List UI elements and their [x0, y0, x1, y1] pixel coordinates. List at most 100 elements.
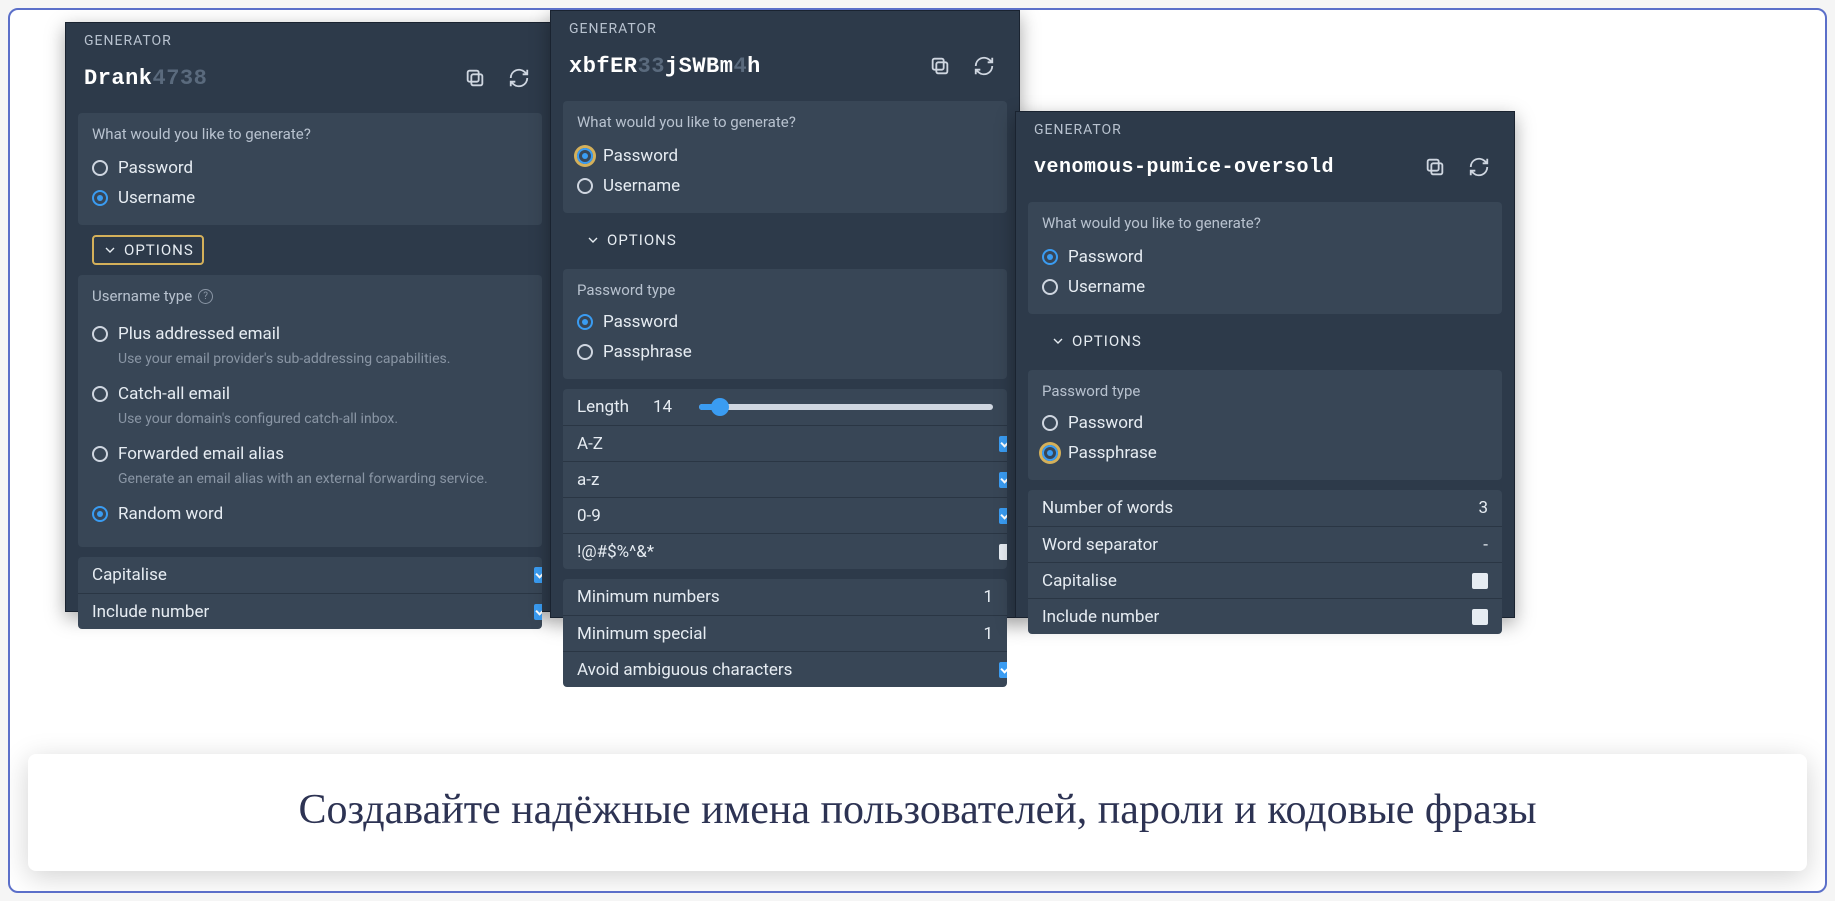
- row-length[interactable]: Length 14: [563, 389, 1007, 425]
- checkbox-icon: [534, 604, 542, 620]
- generate-type-section: What would you like to generate? Passwor…: [1028, 202, 1502, 314]
- options-toggle[interactable]: OPTIONS: [92, 235, 204, 265]
- option-description: Use your domain's configured catch-all i…: [118, 411, 528, 427]
- row-lowercase[interactable]: a-z: [563, 461, 1007, 497]
- row-capitalise[interactable]: Capitalise: [1028, 562, 1502, 598]
- radio-password[interactable]: Password: [577, 141, 993, 171]
- row-include-number[interactable]: Include number: [1028, 598, 1502, 634]
- row-word-separator[interactable]: Word separator -: [1028, 526, 1502, 562]
- password-type-label: Password type: [577, 281, 993, 299]
- row-min-numbers[interactable]: Minimum numbers 1: [563, 579, 1007, 615]
- radio-icon: [92, 160, 108, 176]
- radio-icon: [577, 178, 593, 194]
- regenerate-icon[interactable]: [967, 49, 1001, 83]
- radio-random-word[interactable]: Random word: [92, 499, 528, 529]
- panel-title: GENERATOR: [66, 23, 554, 55]
- radio-ptype-password[interactable]: Password: [577, 307, 993, 337]
- passphrase-options: Number of words 3 Word separator - Capit…: [1028, 490, 1502, 634]
- generator-panel-passphrase: GENERATOR venomous-pumice-oversold What …: [1015, 111, 1515, 618]
- stage: GENERATOR Drank4738 What would you like …: [8, 8, 1827, 893]
- regenerate-icon[interactable]: [502, 61, 536, 95]
- caption-banner: Создавайте надёжные имена пользователей,…: [28, 754, 1807, 871]
- row-special[interactable]: !@#$%^&*: [563, 533, 1007, 569]
- generated-output-row: xbfER33jSWBm4h: [551, 43, 1019, 101]
- radio-forwarded-alias[interactable]: Forwarded email alias: [92, 439, 528, 469]
- slider-thumb[interactable]: [711, 398, 729, 416]
- radio-icon: [1042, 249, 1058, 265]
- checkbox-icon: [534, 567, 542, 583]
- row-avoid-ambiguous[interactable]: Avoid ambiguous characters: [563, 651, 1007, 687]
- regenerate-icon[interactable]: [1462, 150, 1496, 184]
- password-char-options: Length 14 A-Z a-z 0-9 !@#$%^&*: [563, 389, 1007, 569]
- radio-password[interactable]: Password: [92, 153, 528, 183]
- length-slider[interactable]: [699, 404, 993, 410]
- panel-title: GENERATOR: [551, 11, 1019, 43]
- chevron-down-icon: [102, 242, 118, 258]
- option-description: Use your email provider's sub-addressing…: [118, 351, 528, 367]
- generated-output-row: venomous-pumice-oversold: [1016, 144, 1514, 202]
- options-toggle[interactable]: OPTIONS: [1042, 328, 1150, 354]
- row-digits[interactable]: 0-9: [563, 497, 1007, 533]
- checkbox-icon: [999, 544, 1007, 560]
- radio-username[interactable]: Username: [577, 171, 993, 201]
- radio-icon: [92, 446, 108, 462]
- radio-label: Password: [118, 158, 193, 178]
- radio-ptype-passphrase[interactable]: Passphrase: [1042, 438, 1488, 468]
- checkbox-icon: [999, 436, 1007, 452]
- checkbox-icon: [999, 472, 1007, 488]
- checkbox-icon: [1472, 609, 1488, 625]
- generate-type-question: What would you like to generate?: [1042, 214, 1488, 232]
- generator-panel-username: GENERATOR Drank4738 What would you like …: [65, 22, 555, 612]
- options-label: OPTIONS: [124, 241, 194, 259]
- chevron-down-icon: [1050, 333, 1066, 349]
- options-header-row: OPTIONS: [78, 235, 542, 265]
- output-number: 4738: [153, 66, 208, 91]
- password-min-options: Minimum numbers 1 Minimum special 1 Avoi…: [563, 579, 1007, 687]
- radio-username[interactable]: Username: [1042, 272, 1488, 302]
- checkbox-icon: [999, 508, 1007, 524]
- row-num-words[interactable]: Number of words 3: [1028, 490, 1502, 526]
- row-uppercase[interactable]: A-Z: [563, 425, 1007, 461]
- row-min-special[interactable]: Minimum special 1: [563, 615, 1007, 651]
- password-type-section: Password type Password Passphrase: [1028, 370, 1502, 480]
- password-type-label: Password type: [1042, 382, 1488, 400]
- generated-output: xbfER33jSWBm4h: [569, 54, 761, 79]
- generate-type-question: What would you like to generate?: [577, 113, 993, 131]
- radio-icon: [92, 506, 108, 522]
- radio-icon: [577, 148, 593, 164]
- output-word: Drank: [84, 66, 153, 91]
- generate-type-question: What would you like to generate?: [92, 125, 528, 143]
- row-capitalise[interactable]: Capitalise: [78, 557, 542, 593]
- username-type-section: Username type ? Plus addressed email Use…: [78, 275, 542, 547]
- radio-password[interactable]: Password: [1042, 242, 1488, 272]
- row-include-number[interactable]: Include number: [78, 593, 542, 629]
- radio-icon: [1042, 279, 1058, 295]
- generate-type-section: What would you like to generate? Passwor…: [78, 113, 542, 225]
- radio-plus-addressed[interactable]: Plus addressed email: [92, 319, 528, 349]
- radio-username[interactable]: Username: [92, 183, 528, 213]
- options-toggle[interactable]: OPTIONS: [577, 227, 685, 253]
- radio-label: Username: [118, 188, 195, 208]
- radio-icon: [92, 190, 108, 206]
- checkbox-icon: [1472, 573, 1488, 589]
- help-icon[interactable]: ?: [198, 289, 213, 304]
- copy-icon[interactable]: [1418, 150, 1452, 184]
- options-header-row: OPTIONS: [1028, 324, 1502, 360]
- generate-type-section: What would you like to generate? Passwor…: [563, 101, 1007, 213]
- generated-output-row: Drank4738: [66, 55, 554, 113]
- copy-icon[interactable]: [458, 61, 492, 95]
- password-type-section: Password type Password Passphrase: [563, 269, 1007, 379]
- length-value: 14: [653, 397, 681, 417]
- option-description: Generate an email alias with an external…: [118, 471, 528, 487]
- radio-icon: [577, 314, 593, 330]
- radio-icon: [1042, 415, 1058, 431]
- radio-icon: [92, 386, 108, 402]
- radio-catchall[interactable]: Catch-all email: [92, 379, 528, 409]
- generated-output: Drank4738: [84, 66, 207, 91]
- username-type-label: Username type ?: [92, 287, 528, 305]
- chevron-down-icon: [585, 232, 601, 248]
- radio-ptype-password[interactable]: Password: [1042, 408, 1488, 438]
- copy-icon[interactable]: [923, 49, 957, 83]
- radio-ptype-passphrase[interactable]: Passphrase: [577, 337, 993, 367]
- generated-output: venomous-pumice-oversold: [1034, 156, 1334, 179]
